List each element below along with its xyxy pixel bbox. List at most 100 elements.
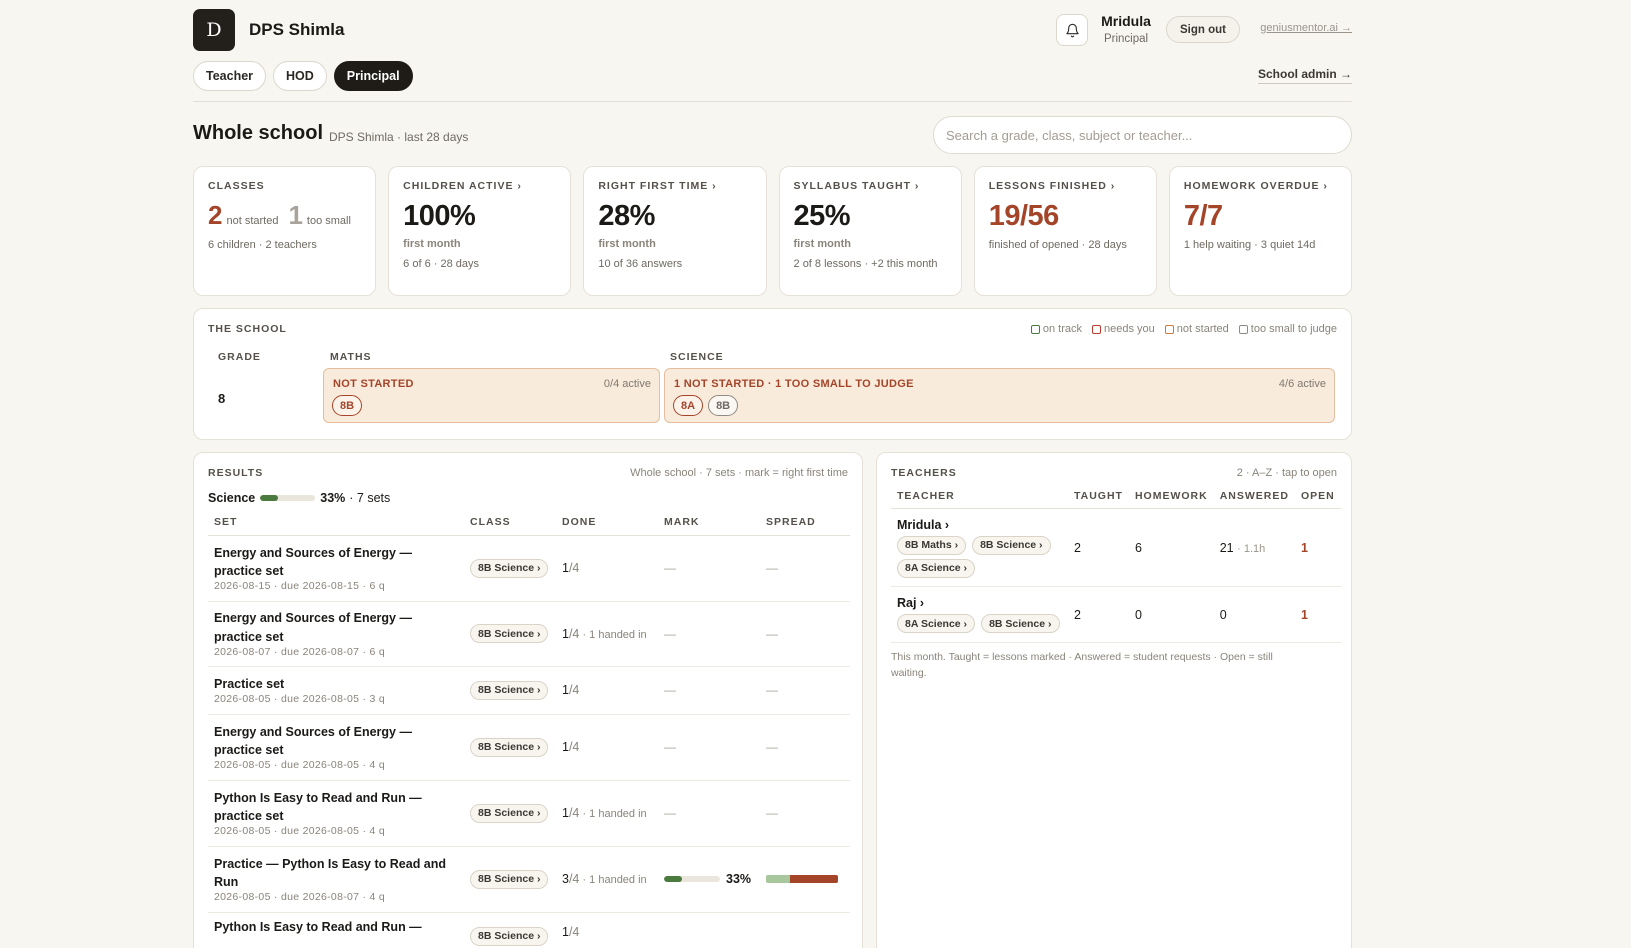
- card-sub: first month: [403, 238, 461, 250]
- class-tag[interactable]: 8B Science ›: [470, 869, 549, 889]
- card-foot: 6 of 6 · 28 days: [403, 258, 479, 270]
- legend-label: not started: [1176, 323, 1229, 335]
- table-row[interactable]: Practice set 2026-08-05 · due 2026-08-05 …: [208, 666, 850, 715]
- role-tab-teacher[interactable]: Teacher: [193, 61, 267, 91]
- answered-count: 0: [1219, 607, 1227, 622]
- cell-status: 1 NOT STARTED · 1 TOO SMALL TO JUDGE: [674, 378, 914, 390]
- class-tag[interactable]: 8B Maths ›: [897, 535, 967, 555]
- class-pill-8b[interactable]: 8B: [332, 395, 363, 416]
- col-mark: MARK: [658, 515, 760, 536]
- results-panel: RESULTS Whole school · 7 sets · mark = r…: [193, 452, 863, 948]
- notifications-button[interactable]: [1056, 14, 1088, 46]
- subject-summary: Science 33% · 7 sets: [208, 491, 390, 505]
- answered-count: 21: [1219, 540, 1234, 555]
- card-lessons-finished[interactable]: LESSONS FINISHED › 19/56 finished of ope…: [973, 166, 1157, 296]
- class-tag[interactable]: 8B Science ›: [470, 558, 549, 578]
- external-site-link[interactable]: geniusmentor.ai →: [1260, 22, 1352, 34]
- col-spread: SPREAD: [760, 515, 850, 536]
- school-logo[interactable]: D: [193, 9, 235, 51]
- class-tag[interactable]: 8B Science ›: [470, 926, 549, 946]
- spread-wrong-segment: [790, 875, 838, 883]
- teacher-row[interactable]: Raj › 8A Science › 8B Science › 2 0 0 1: [891, 586, 1341, 643]
- done-total: /4: [568, 806, 580, 820]
- class-tag[interactable]: 8B Science ›: [470, 803, 549, 823]
- class-tag[interactable]: 8B Science ›: [470, 624, 549, 643]
- open-cell: 1: [1294, 508, 1341, 587]
- class-tag[interactable]: 8B Science ›: [470, 680, 549, 700]
- done-count: 1: [562, 561, 569, 575]
- role-tab-hod[interactable]: HOD: [273, 61, 327, 91]
- card-label: RIGHT FIRST TIME ›: [598, 180, 717, 192]
- mark-percent: 33%: [726, 872, 752, 886]
- too-small-text: too small: [306, 215, 351, 227]
- teachers-meta: 2 · A–Z · tap to open: [1236, 467, 1337, 479]
- class-tag[interactable]: 8B Science ›: [470, 737, 549, 757]
- class-tag[interactable]: 8A Science ›: [897, 558, 976, 578]
- set-meta: 2026-08-05 · due 2026-08-05 · 4 q: [214, 825, 386, 838]
- legend-swatch: [1164, 324, 1174, 334]
- grade8-maths-cell[interactable]: NOT STARTED 0/4 active 8B: [323, 368, 660, 423]
- class-pill-8b[interactable]: 8B: [708, 395, 739, 416]
- table-row[interactable]: Python Is Easy to Read and Run — 8B Scie…: [208, 912, 850, 948]
- card-foot: 2 of 8 lessons · +2 this month: [793, 258, 938, 270]
- spread-cell: —: [760, 535, 850, 602]
- card-syllabus-taught[interactable]: SYLLABUS TAUGHT › 25% first month 2 of 8…: [778, 166, 962, 296]
- role-tab-principal[interactable]: Principal: [333, 61, 413, 91]
- school-name: DPS Shimla: [249, 20, 345, 39]
- card-label: LESSONS FINISHED ›: [988, 180, 1116, 192]
- teachers-header-row: TEACHER TAUGHT HOMEWORK ANSWERED OPEN: [891, 490, 1341, 509]
- set-meta: 2026-08-05 · due 2026-08-07 · 4 q: [214, 891, 386, 904]
- col-teacher: TEACHER: [891, 490, 1068, 509]
- mark-cell: —: [658, 535, 760, 602]
- mark-cell: 33%: [658, 846, 760, 913]
- grade8-science-cell[interactable]: 1 NOT STARTED · 1 TOO SMALL TO JUDGE 4/6…: [664, 368, 1335, 423]
- class-tag[interactable]: 8B Science ›: [972, 535, 1051, 555]
- taught-cell: 2: [1068, 508, 1129, 587]
- card-foot: 10 of 36 answers: [598, 258, 683, 270]
- results-header-row: SET CLASS DONE MARK SPREAD: [208, 515, 850, 536]
- class-pill-8a[interactable]: 8A: [673, 395, 704, 416]
- table-row[interactable]: Practice — Python Is Easy to Read and Ru…: [208, 846, 850, 913]
- done-count: 1: [562, 683, 569, 697]
- table-row[interactable]: Energy and Sources of Energy — practice …: [208, 535, 850, 602]
- done-total: /4: [568, 924, 580, 939]
- mark-cell: —: [658, 601, 760, 667]
- teacher-classes: 8B Maths › 8B Science › 8A Science ›: [897, 535, 1062, 578]
- set-name: Python Is Easy to Read and Run —: [214, 919, 422, 934]
- set-meta: 2026-08-15 · due 2026-08-15 · 6 q: [214, 580, 386, 593]
- top-header: D DPS Shimla Mridula Principal Sign out …: [193, 9, 1352, 51]
- col-open: OPEN: [1294, 490, 1341, 509]
- mark-cell: —: [658, 666, 760, 715]
- panel-label: TEACHERS: [891, 467, 957, 479]
- answered-cell: 0: [1213, 586, 1295, 643]
- table-row[interactable]: Python Is Easy to Read and Run — practic…: [208, 780, 850, 847]
- teacher-classes: 8A Science › 8B Science ›: [897, 614, 1062, 633]
- teacher-row[interactable]: Mridula › 8B Maths › 8B Science › 8A Sci…: [891, 508, 1341, 587]
- school-admin-link[interactable]: School admin →: [1257, 67, 1352, 84]
- search-input[interactable]: [933, 116, 1352, 154]
- card-right-first-time[interactable]: RIGHT FIRST TIME › 28% first month 10 of…: [583, 166, 767, 296]
- too-small-count: 1: [288, 200, 303, 230]
- card-children-active[interactable]: CHILDREN ACTIVE › 100% first month 6 of …: [388, 166, 572, 296]
- card-foot: 1 help waiting · 3 quiet 14d: [1183, 239, 1316, 251]
- teacher-name[interactable]: Mridula ›: [897, 518, 1062, 532]
- card-label: CHILDREN ACTIVE ›: [403, 180, 522, 192]
- class-tag[interactable]: 8B Science ›: [981, 614, 1060, 633]
- table-row[interactable]: Energy and Sources of Energy — practice …: [208, 714, 850, 781]
- mark-bar-track: [664, 876, 720, 882]
- class-tag[interactable]: 8A Science ›: [897, 614, 976, 633]
- table-row[interactable]: Energy and Sources of Energy — practice …: [208, 601, 850, 667]
- spread-cell: —: [760, 666, 850, 715]
- teacher-name[interactable]: Raj ›: [897, 596, 1062, 610]
- done-cell: 1/4: [556, 912, 658, 948]
- done-cell: 1/4: [556, 714, 658, 781]
- sign-out-button[interactable]: Sign out: [1166, 16, 1240, 43]
- header-divider: [193, 101, 1352, 102]
- spread-bar: [766, 875, 838, 883]
- card-homework-overdue[interactable]: HOMEWORK OVERDUE › 7/7 1 help waiting · …: [1168, 166, 1353, 296]
- card-sub: first month: [598, 238, 656, 250]
- done-count: 1: [562, 626, 569, 641]
- cell-status: NOT STARTED: [333, 378, 414, 390]
- done-total: /4: [568, 872, 580, 886]
- set-name: Python Is Easy to Read and Run — practic…: [214, 790, 422, 823]
